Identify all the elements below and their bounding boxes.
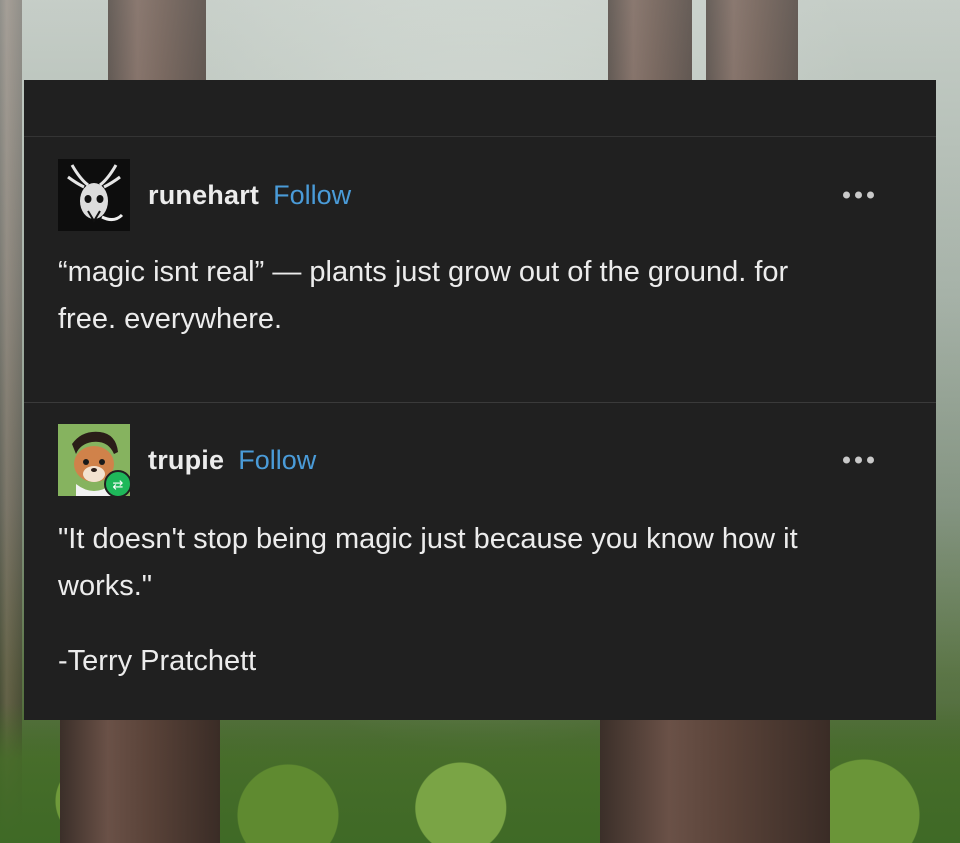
more-options-button[interactable] bbox=[843, 191, 874, 199]
avatar-trupie[interactable]: ⇄ bbox=[58, 424, 132, 498]
quote-attribution: -Terry Pratchett bbox=[58, 645, 257, 677]
tree-trunk-base bbox=[60, 720, 220, 843]
post-username[interactable]: trupie bbox=[148, 445, 224, 476]
post-runehart: runehart Follow “magic isnt real” — plan… bbox=[24, 159, 936, 403]
follow-button[interactable]: Follow bbox=[273, 180, 351, 211]
ellipsis-icon bbox=[867, 191, 874, 199]
post-username[interactable]: runehart bbox=[148, 180, 259, 211]
card-top-bar bbox=[24, 80, 936, 137]
more-options-button[interactable] bbox=[843, 456, 874, 464]
ellipsis-icon bbox=[867, 456, 874, 464]
post-body-text: "It doesn't stop being magic just becaus… bbox=[58, 523, 798, 602]
post-trupie: ⇄ trupie Follow "It doesn't stop being m… bbox=[24, 424, 936, 681]
post-body-text: “magic isnt real” — plants just grow out… bbox=[58, 256, 789, 335]
post-header: runehart Follow bbox=[58, 159, 902, 231]
reblog-icon: ⇄ bbox=[104, 470, 132, 498]
tumblr-post-card: runehart Follow “magic isnt real” — plan… bbox=[24, 80, 936, 720]
post-header: ⇄ trupie Follow bbox=[58, 424, 902, 498]
avatar-runehart[interactable] bbox=[58, 159, 130, 231]
ellipsis-icon bbox=[855, 456, 862, 464]
ellipsis-icon bbox=[843, 191, 850, 199]
ellipsis-icon bbox=[855, 191, 862, 199]
ellipsis-icon bbox=[843, 456, 850, 464]
follow-button[interactable]: Follow bbox=[238, 445, 316, 476]
tree-trunk-base bbox=[600, 720, 830, 843]
stag-skull-avatar-icon bbox=[58, 159, 130, 231]
